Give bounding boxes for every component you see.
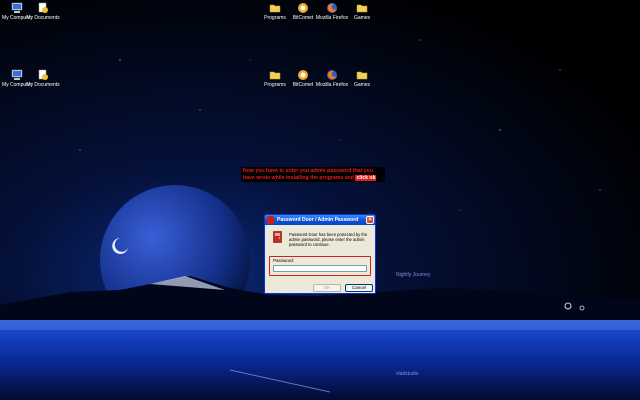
desktop-icon-my-documents[interactable]: My Documents bbox=[26, 69, 60, 88]
bitcomet-icon bbox=[298, 70, 308, 80]
wallpaper-caption: Nightly Journey bbox=[396, 272, 431, 278]
firefox-icon bbox=[327, 70, 337, 80]
dialog-title: Password Door / Admin Password bbox=[277, 217, 359, 223]
computer-icon bbox=[11, 2, 23, 13]
instruction-highlight: click ok bbox=[355, 174, 377, 181]
desktop-icon-games[interactable]: Games bbox=[345, 2, 379, 21]
dialog-message: Password Door has been protected by the … bbox=[289, 232, 368, 248]
desktop-icon-firefox[interactable]: Mozilla Firefox bbox=[315, 69, 349, 88]
desktop-icon-firefox[interactable]: Mozilla Firefox bbox=[315, 2, 349, 21]
wallpaper-signature: vladstudio bbox=[396, 371, 419, 377]
firefox-icon bbox=[327, 3, 337, 13]
folder-icon bbox=[269, 4, 281, 13]
desktop-icon-label: Mozilla Firefox bbox=[315, 15, 349, 21]
instruction-text: Now you have to enter you admin password… bbox=[243, 168, 373, 181]
desktop-icon-games[interactable]: Games bbox=[345, 69, 379, 88]
cancel-button[interactable]: Cancel bbox=[345, 284, 373, 292]
password-group: Password: bbox=[269, 256, 371, 276]
door-lock-icon bbox=[273, 231, 282, 243]
desktop-icon-label: Games bbox=[353, 82, 371, 88]
bitcomet-icon bbox=[298, 3, 308, 13]
ok-button[interactable]: OK bbox=[313, 284, 341, 292]
desktop-icon-label: My Documents bbox=[26, 82, 60, 88]
password-input[interactable] bbox=[273, 265, 367, 272]
desktop-icon-label: Mozilla Firefox bbox=[315, 82, 349, 88]
admin-password-dialog: Password Door / Admin Password × Passwor… bbox=[264, 214, 376, 294]
documents-icon bbox=[38, 69, 48, 80]
desktop-icon-my-documents[interactable]: My Documents bbox=[26, 2, 60, 21]
close-button[interactable]: × bbox=[366, 216, 374, 224]
dialog-title-bar[interactable]: Password Door / Admin Password × bbox=[265, 215, 375, 225]
folder-icon bbox=[269, 71, 281, 80]
instruction-note: Now you have to enter you admin password… bbox=[241, 167, 385, 182]
app-icon bbox=[267, 216, 274, 224]
desktop-icon-label: My Documents bbox=[26, 15, 60, 21]
password-label: Password: bbox=[273, 258, 295, 263]
folder-icon bbox=[356, 71, 368, 80]
computer-icon bbox=[11, 69, 23, 80]
folder-icon bbox=[356, 4, 368, 13]
desktop-icon-label: Games bbox=[353, 15, 371, 21]
desktop-wallpaper: Nightly Journey vladstudio bbox=[0, 0, 640, 400]
documents-icon bbox=[38, 2, 48, 13]
